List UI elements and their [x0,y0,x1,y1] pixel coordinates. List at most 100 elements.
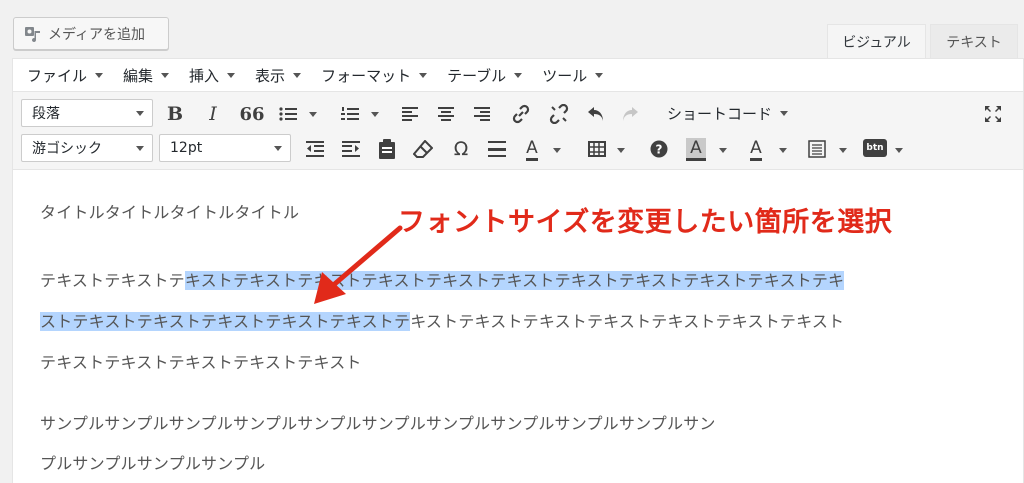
chevron-down-icon [419,72,428,78]
menu-edit-label: 編集 [123,66,154,85]
horizontal-line-button[interactable] [485,137,509,161]
insert-link-button[interactable] [509,102,533,126]
selected-text: ストテキストテキストテキストテキストテキストテ [40,312,411,331]
selected-text: キストテキストテキストテキストテキストテキストテキストテキストテキストテキストテ… [184,271,845,290]
chevron-down-icon [161,72,170,78]
chevron-down-icon[interactable] [895,148,903,153]
special-character-button[interactable]: Ω [449,137,473,161]
help-icon: ? [650,140,668,158]
chevron-down-icon[interactable] [553,148,561,153]
chevron-down-icon [227,72,236,78]
chevron-down-icon[interactable] [371,112,379,117]
chevron-down-icon [514,72,523,78]
chevron-down-icon[interactable] [309,112,317,117]
table-button[interactable] [585,137,609,161]
menu-insert-label: 挿入 [189,66,220,85]
font-size-select[interactable]: 12pt [159,134,291,162]
chevron-down-icon [274,146,282,151]
undo-icon [588,107,603,121]
text-line-1: テキストテキストテキストテキストテキストテキストテキストテキストテキストテキスト… [40,260,845,301]
menu-tools[interactable]: ツール [542,65,604,86]
menu-tools-label: ツール [542,66,588,85]
shortcode-label: ショートコード [667,104,773,123]
font-size-value: 12pt [170,140,203,156]
menu-format[interactable]: フォーマット [321,65,428,86]
paste-text-button[interactable] [375,137,399,161]
menu-table-label: テーブル [447,66,507,85]
unselected-text: テキストテキストテ [40,271,185,290]
menu-view-label: 表示 [255,66,286,85]
italic-icon: I [209,103,217,125]
chevron-down-icon[interactable] [839,148,847,153]
button-shortcode-button[interactable]: btn [863,139,887,157]
clipboard-icon [379,139,395,159]
indent-button[interactable] [339,137,363,161]
paragraph-format-select[interactable]: 段落 [21,99,153,127]
outdent-icon [306,141,324,157]
align-right-icon [474,107,490,121]
help-button[interactable]: ? [647,137,671,161]
title-paragraph: タイトルタイトルタイトルタイトル [40,203,300,222]
font-family-value: 游ゴシック [32,141,102,157]
align-center-icon [438,107,454,121]
unselected-text: キストテキストテキストテキストテキストテキストテキスト [410,312,845,331]
align-left-button[interactable] [399,102,421,126]
chevron-down-icon [136,146,144,151]
text-color-button[interactable]: A [519,135,545,163]
background-color-button[interactable]: A [683,135,709,163]
fullscreen-button[interactable] [981,102,1005,126]
background-color-icon: A [686,137,706,161]
align-center-button[interactable] [435,102,457,126]
numbered-list-icon [341,107,359,120]
box-style-button[interactable] [805,137,829,161]
editor: ファイル 編集 挿入 表示 フォーマット テーブル ツール 段落 B I 66 [12,58,1024,483]
numbered-list-button[interactable] [339,102,361,126]
redo-icon [623,107,638,121]
quote-icon: 66 [239,103,265,125]
menu-file[interactable]: ファイル [27,65,104,86]
shortcode-menu[interactable]: ショートコード [667,100,789,126]
document-lines-icon [808,140,826,158]
font-family-select[interactable]: 游ゴシック [21,134,153,162]
align-right-button[interactable] [471,102,493,126]
svg-text:?: ? [656,143,663,157]
italic-button[interactable]: I [201,102,225,126]
font-color-button[interactable]: A [743,135,769,163]
bold-icon: B [166,103,184,125]
text-color-icon: A [526,138,538,161]
tab-visual[interactable]: ビジュアル [827,24,926,59]
annotation-arrow-icon [314,225,403,304]
menu-bar: ファイル 編集 挿入 表示 フォーマット テーブル ツール [13,59,1023,92]
chevron-down-icon[interactable] [779,148,787,153]
menu-view[interactable]: 表示 [255,65,302,86]
chevron-down-icon[interactable] [719,148,727,153]
remove-link-button[interactable] [547,102,571,126]
bullet-list-button[interactable] [277,102,299,126]
chevron-down-icon [136,111,144,116]
chevron-down-icon[interactable] [617,148,625,153]
clear-formatting-button[interactable] [411,137,435,161]
omega-icon: Ω [453,138,469,160]
indent-icon [342,141,360,157]
sample-line-1: サンプルサンプルサンプルサンプルサンプルサンプルサンプルサンプルサンプルサンプル… [40,414,716,433]
outdent-button[interactable] [303,137,327,161]
add-media-button[interactable]: メディアを追加 [13,17,169,50]
undo-button[interactable] [585,102,609,126]
paragraph-format-value: 段落 [32,106,60,122]
link-icon [512,104,530,124]
menu-insert[interactable]: 挿入 [189,65,236,86]
tab-visual-label: ビジュアル [842,35,911,51]
annotation-text: フォントサイズを変更したい箇所を選択 [398,207,893,238]
unlink-icon [549,104,569,124]
chevron-down-icon [293,72,302,78]
bold-button[interactable]: B [163,102,187,126]
menu-table[interactable]: テーブル [447,65,523,86]
menu-edit[interactable]: 編集 [123,65,170,86]
menu-file-label: ファイル [27,66,88,85]
tab-text[interactable]: テキスト [930,24,1018,59]
blockquote-button[interactable]: 66 [239,102,265,126]
media-icon [25,26,40,42]
btn-icon: btn [866,143,884,153]
sample-line-2: プルサンプルサンプルサンプル [40,454,266,473]
redo-button[interactable] [617,102,641,126]
